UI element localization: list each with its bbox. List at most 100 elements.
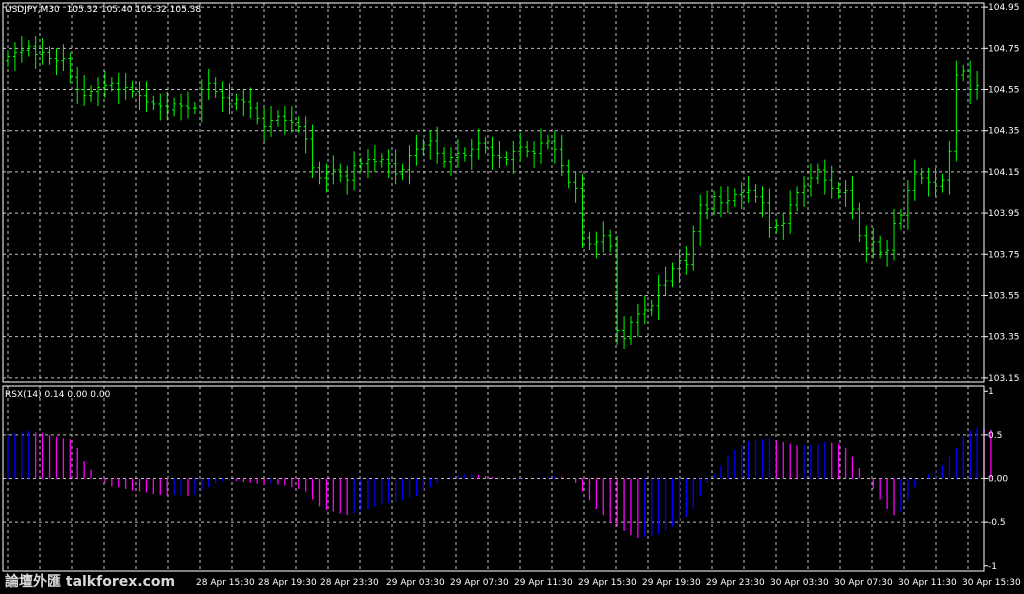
price-bar (822, 159, 827, 195)
price-bar (684, 246, 689, 275)
price-bar (89, 85, 94, 102)
price-bar (718, 186, 723, 218)
price-bar (649, 299, 654, 317)
price-bar (725, 186, 730, 214)
price-bar (442, 147, 447, 168)
price-bar (781, 213, 786, 240)
price-bar (47, 46, 52, 65)
price-bar (829, 165, 834, 199)
price-bar (815, 163, 820, 185)
price-bar (912, 159, 917, 201)
price-bar (345, 165, 350, 195)
price-bar (54, 48, 59, 76)
price-bar (622, 316, 627, 350)
price-bar (732, 188, 737, 207)
x-tick-label: 28 Apr 19:30 (258, 578, 317, 588)
price-bar (712, 190, 717, 216)
price-bar (975, 70, 980, 100)
price-bar (490, 136, 495, 170)
watermark: 論壇外匯 talkforex.com (5, 574, 176, 590)
x-tick-label: 30 Apr 15:30 (962, 578, 1021, 588)
x-tick-label: 29 Apr 03:30 (386, 578, 445, 588)
price-bar (961, 64, 966, 82)
price-bar (885, 239, 890, 267)
price-bar (241, 89, 246, 117)
price-bar (234, 93, 239, 111)
price-bar (172, 97, 177, 117)
price-bar (857, 202, 862, 242)
price-bar (587, 231, 592, 251)
price-bar (213, 77, 218, 98)
price-bar (559, 134, 564, 177)
price-bar (331, 155, 336, 185)
price-bar (705, 190, 710, 220)
price-bar (864, 225, 869, 263)
price-bar (262, 108, 267, 142)
price-bar (6, 50, 10, 67)
price-bar (968, 60, 973, 104)
price-bar (469, 138, 474, 170)
price-bar (220, 81, 225, 113)
price-bar (275, 110, 280, 127)
price-bar (165, 91, 170, 121)
indicator-pane-border (2, 385, 985, 572)
ohlc-label: 105.32 105.40 105.32 105.38 (66, 5, 202, 15)
price-bar (878, 235, 883, 259)
price-pane (3, 3, 984, 382)
price-bar (338, 163, 343, 183)
price-bar (192, 101, 197, 115)
x-tick-label: 30 Apr 03:30 (770, 578, 829, 588)
price-bar (33, 35, 38, 69)
x-tick-label: 29 Apr 07:30 (450, 578, 509, 588)
price-bar (504, 151, 509, 166)
price-bar (691, 225, 696, 271)
price-bar (352, 151, 357, 191)
price-bar (670, 262, 675, 288)
y-tick-label: 104.35 (988, 127, 1020, 137)
price-bar (663, 266, 668, 296)
x-tick-label: 29 Apr 11:30 (514, 578, 573, 588)
price-bar (608, 229, 613, 253)
price-bar (12, 42, 17, 71)
price-bar (428, 130, 433, 160)
price-bar (573, 171, 578, 203)
price-bar (532, 141, 537, 168)
price-bar (919, 167, 924, 185)
indicator-label: RSX(14) 0.14 0.00 0.00 (5, 390, 111, 400)
y-tick-label: 104.15 (988, 168, 1020, 178)
price-bar (310, 124, 315, 179)
price-bar (269, 105, 274, 137)
price-bar (518, 132, 523, 162)
price-bar (75, 66, 80, 104)
y-tick-label: 104.55 (988, 86, 1020, 96)
price-bar (179, 93, 184, 121)
price-bar (774, 219, 779, 234)
x-tick-label: 28 Apr 15:30 (196, 578, 255, 588)
y-tick-label: 1 (988, 387, 994, 397)
price-bar (372, 145, 377, 172)
price-bar (892, 208, 897, 261)
price-bar (462, 147, 467, 162)
y-tick-label: 0.00 (988, 475, 1008, 485)
price-bar (497, 141, 502, 168)
price-bar (435, 126, 440, 164)
price-bar (795, 186, 800, 212)
symbol-label: USDJPY,M30 (5, 5, 60, 15)
price-bar (407, 145, 412, 185)
price-bar (476, 128, 481, 160)
y-tick-label: 103.35 (988, 333, 1020, 343)
price-bar (947, 141, 952, 195)
y-tick-label: 103.15 (988, 374, 1020, 384)
chart-header: USDJPY,M30 105.32 105.40 105.32 105.38 (5, 5, 201, 15)
price-bar (255, 101, 260, 125)
price-bar (144, 81, 149, 113)
price-bar (116, 73, 121, 104)
price-pane-border (2, 2, 985, 383)
x-tick-label: 29 Apr 15:30 (578, 578, 637, 588)
y-tick-label: -1 (988, 562, 997, 572)
x-tick-label: 28 Apr 23:30 (320, 578, 379, 588)
price-bar (303, 116, 308, 154)
price-bar (365, 149, 370, 179)
price-bar (289, 105, 294, 133)
price-bar (753, 184, 758, 203)
